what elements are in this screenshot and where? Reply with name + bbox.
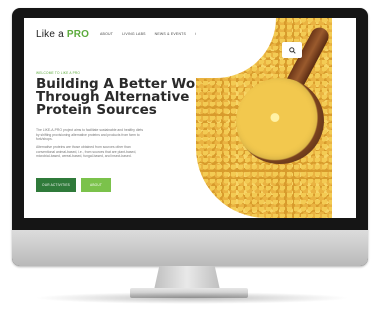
site-logo[interactable]: Like a PRO bbox=[36, 29, 89, 40]
hero-paragraph-1: The LIKE-A-PRO project aims to facilitat… bbox=[36, 128, 144, 142]
search-icon bbox=[288, 46, 296, 54]
search-button[interactable] bbox=[282, 42, 302, 58]
nav-item-about[interactable]: ABOUT bbox=[100, 32, 113, 36]
monitor-chin bbox=[12, 230, 368, 266]
monitor-shadow bbox=[34, 292, 350, 304]
hero-kicker: WELCOME TO LIKE A PRO bbox=[36, 71, 81, 75]
monitor-stand-neck bbox=[154, 266, 220, 290]
website-screen: Like a PRO ABOUT LIVING LABS NEWS & EVEN… bbox=[24, 18, 356, 218]
logo-prefix: Like a bbox=[36, 29, 67, 40]
hero-paragraph-2: Alternative proteins are those obtained … bbox=[36, 145, 137, 159]
logo-brand: PRO bbox=[66, 29, 90, 40]
nav-item-news-events[interactable]: NEWS & EVENTS bbox=[155, 32, 186, 36]
our-activities-button[interactable]: OUR ACTIVITIES bbox=[36, 178, 76, 192]
about-button[interactable]: ABOUT bbox=[81, 178, 111, 192]
nav-item-living-labs[interactable]: LIVING LABS bbox=[122, 32, 146, 36]
